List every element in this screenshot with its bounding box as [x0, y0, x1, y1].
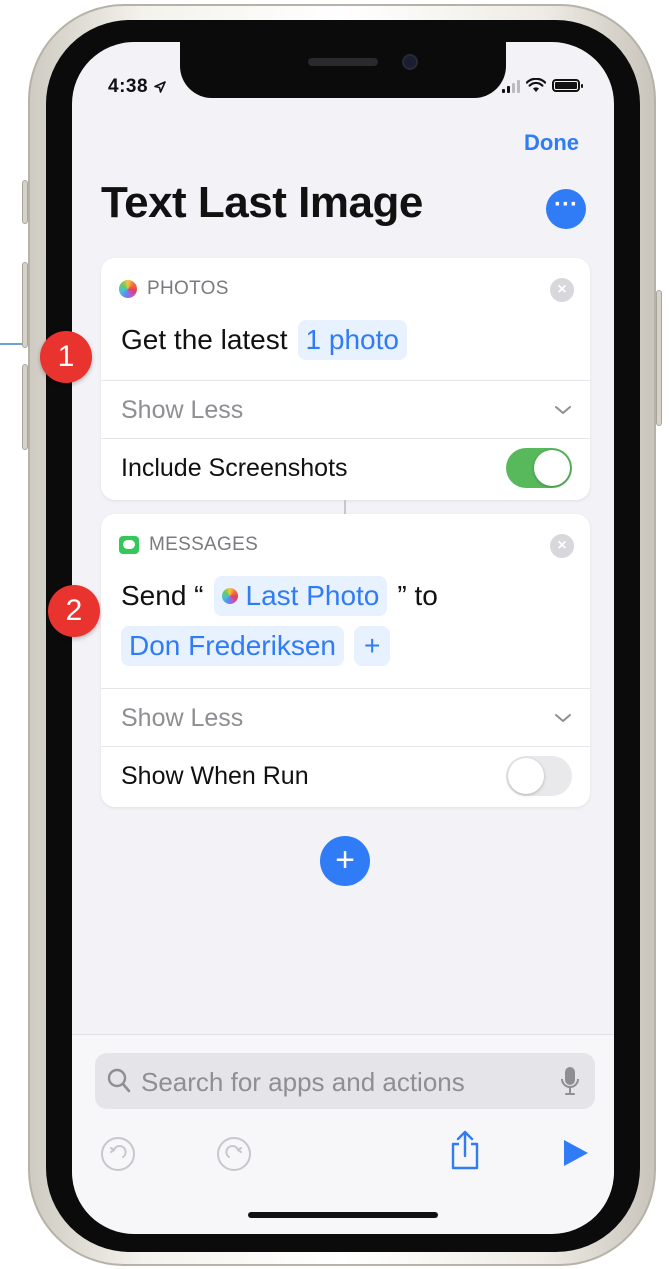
photos-action-text: Get the latest: [121, 324, 288, 355]
messages-app-name: MESSAGES: [149, 534, 259, 555]
photos-app-name: PHOTOS: [147, 278, 229, 299]
home-indicator: [248, 1212, 438, 1218]
photo-count-token[interactable]: 1 photo: [297, 320, 407, 360]
photos-action-summary: Get the latest 1 photo: [121, 320, 407, 360]
speaker-grille: [308, 58, 378, 66]
notch: [180, 42, 506, 98]
photos-show-less-button[interactable]: Show Less: [121, 396, 243, 425]
status-time-text: 4:38: [108, 76, 149, 97]
volume-down-button: [22, 364, 28, 450]
include-screenshots-toggle[interactable]: [506, 448, 572, 488]
divider: [101, 746, 590, 747]
send-prefix-text: Send “: [121, 580, 204, 611]
page-title: Text Last Image: [101, 178, 423, 227]
plus-icon: +: [363, 630, 381, 661]
chevron-down-icon: [555, 714, 571, 722]
search-placeholder: Search for apps and actions: [141, 1067, 465, 1097]
send-suffix-text: ” to: [397, 580, 438, 611]
photos-app-icon: [119, 280, 137, 298]
close-icon: ×: [557, 537, 567, 554]
photos-app-icon: [221, 588, 238, 604]
recipients-line: Don Frederiksen +: [111, 626, 391, 666]
show-when-run-toggle[interactable]: [506, 756, 572, 796]
add-action-button[interactable]: +: [320, 836, 370, 886]
annotation-badge-2: 2: [48, 585, 100, 637]
messages-action-card[interactable]: MESSAGES × Send “ Last Photo ” to Don Fr…: [101, 514, 590, 807]
battery-icon: [552, 79, 583, 92]
mute-switch: [22, 180, 28, 224]
share-icon[interactable]: [447, 1128, 483, 1172]
plus-icon: +: [335, 841, 355, 879]
undo-icon[interactable]: [100, 1136, 136, 1172]
power-button: [656, 290, 662, 426]
show-when-run-label: Show When Run: [121, 762, 309, 790]
messages-show-less-button[interactable]: Show Less: [121, 704, 243, 733]
volume-up-button: [22, 262, 28, 348]
play-icon[interactable]: [560, 1138, 590, 1168]
redo-icon[interactable]: [216, 1136, 252, 1172]
chevron-down-icon: [555, 406, 571, 414]
last-photo-token-label: Last Photo: [245, 580, 380, 611]
include-screenshots-label: Include Screenshots: [121, 454, 348, 482]
close-icon: ×: [557, 281, 567, 298]
divider: [101, 688, 590, 689]
search-input[interactable]: Search for apps and actions: [95, 1053, 595, 1109]
remove-messages-action-button[interactable]: ×: [550, 534, 574, 558]
remove-photos-action-button[interactable]: ×: [550, 278, 574, 302]
more-options-button[interactable]: ···: [546, 189, 586, 229]
last-photo-token[interactable]: Last Photo: [213, 576, 388, 616]
ellipsis-icon: ···: [554, 191, 578, 218]
add-recipient-button[interactable]: +: [353, 626, 391, 666]
annotation-badge-1: 1: [40, 331, 92, 383]
messages-card-header: MESSAGES: [119, 534, 258, 556]
toggle-knob: [534, 450, 570, 486]
messages-app-icon: [119, 536, 139, 554]
status-icons: [502, 78, 583, 93]
photos-action-card[interactable]: PHOTOS × Get the latest 1 photo Show Les…: [101, 258, 590, 500]
messages-action-summary: Send “ Last Photo ” to: [121, 576, 438, 616]
front-camera: [402, 54, 418, 70]
done-button[interactable]: Done: [524, 130, 579, 156]
toggle-knob: [508, 758, 544, 794]
divider: [101, 380, 590, 381]
status-time: 4:38: [108, 76, 166, 98]
cellular-signal-icon: [502, 79, 520, 93]
action-connector-line: [344, 500, 346, 514]
location-arrow-icon: [154, 81, 166, 93]
search-icon: [107, 1068, 131, 1093]
photos-card-header: PHOTOS: [119, 278, 229, 300]
wifi-icon: [526, 78, 546, 92]
recipient-token[interactable]: Don Frederiksen: [121, 626, 344, 666]
divider: [101, 438, 590, 439]
microphone-icon[interactable]: [561, 1065, 579, 1097]
